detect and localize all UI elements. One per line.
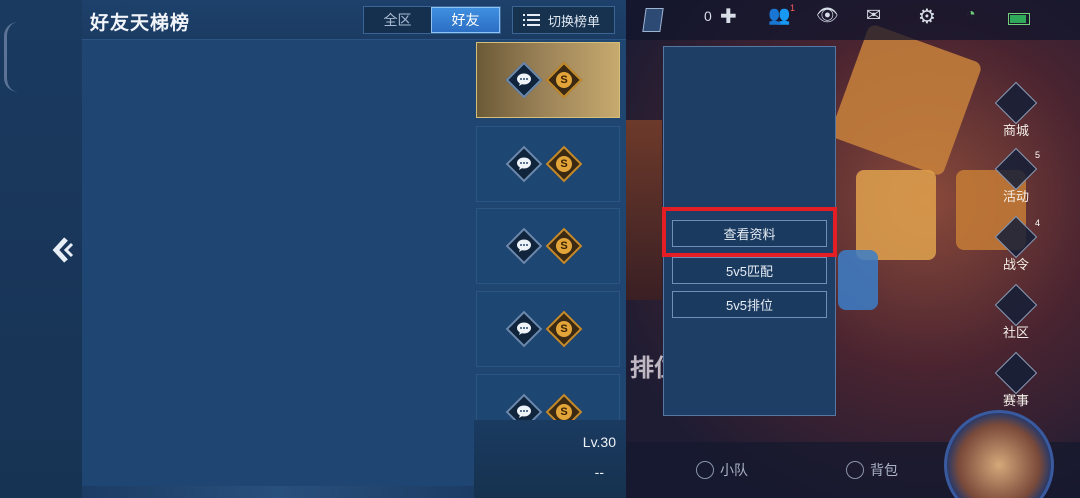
decorative-shape	[856, 170, 936, 260]
ladder-row[interactable]: S	[476, 208, 620, 284]
community-icon	[994, 283, 1038, 327]
player-level: Lv.30	[582, 434, 616, 450]
highlight-box	[662, 207, 837, 257]
panel-bottom-decoration	[82, 486, 474, 498]
chat-icon[interactable]	[505, 227, 543, 265]
shop-icon	[994, 81, 1038, 125]
friend-ladder-panel: 好友天梯榜 全区 好友 切换榜单 S S S S S Lv.30 --	[82, 0, 626, 498]
coin-count: 0	[704, 8, 712, 24]
match-5v5-button[interactable]: 5v5匹配	[672, 257, 827, 284]
switch-leaderboard-label: 切换榜单	[547, 13, 600, 29]
my-rank-bar: Lv.30 --	[474, 420, 626, 498]
ladder-rows: S S S S S	[474, 40, 626, 420]
top-status-bar: 0 ✚ 👥 1 👁 ✉ ⚙ ◔	[626, 0, 1080, 40]
side-item-events[interactable]: 5 活动	[986, 147, 1046, 205]
left-strip	[0, 0, 82, 498]
pass-icon	[994, 215, 1038, 259]
add-icon[interactable]: ✚	[720, 4, 737, 29]
ladder-row[interactable]: S	[476, 126, 620, 202]
chat-icon[interactable]	[505, 145, 543, 183]
decorative-arc	[4, 22, 18, 92]
side-item-shop[interactable]: 商城	[986, 81, 1046, 139]
team-icon	[696, 461, 714, 479]
ranked-5v5-button[interactable]: 5v5排位	[672, 291, 827, 318]
gift-icon[interactable]: S	[545, 310, 583, 348]
nav-team[interactable]: 小队	[696, 460, 748, 480]
side-item-community[interactable]: 社区	[986, 283, 1046, 341]
ladder-row[interactable]: S	[476, 291, 620, 367]
tab-all-region[interactable]: 全区	[364, 7, 431, 33]
gear-icon[interactable]: ⚙	[918, 4, 936, 29]
battery-icon	[1008, 13, 1030, 25]
switch-leaderboard-button[interactable]: 切换榜单	[512, 6, 615, 34]
bag-icon	[846, 461, 864, 479]
card-icon[interactable]	[642, 8, 664, 32]
gift-icon[interactable]: S	[545, 393, 583, 420]
player-rank-placeholder: --	[594, 464, 604, 480]
tab-friends[interactable]: 好友	[431, 7, 500, 33]
events-icon	[994, 147, 1038, 191]
trophy-icon	[994, 351, 1038, 395]
panel-header: 好友天梯榜 全区 好友 切换榜单	[82, 0, 626, 40]
chat-icon[interactable]	[505, 393, 543, 420]
gift-icon[interactable]: S	[545, 227, 583, 265]
hero-avatar[interactable]	[944, 410, 1054, 498]
chat-icon[interactable]	[505, 61, 543, 99]
wifi-icon: ◔	[966, 6, 976, 23]
mail-icon[interactable]: ✉	[866, 5, 881, 26]
friends-icon[interactable]: 👥	[768, 5, 790, 26]
chat-icon[interactable]	[505, 310, 543, 348]
gift-icon[interactable]: S	[545, 61, 583, 99]
friends-badge: 1	[790, 3, 796, 13]
side-item-pass[interactable]: 4 战令	[986, 215, 1046, 273]
gift-icon[interactable]: S	[545, 145, 583, 183]
ladder-row[interactable]: S	[476, 42, 620, 118]
decorative-shape	[838, 250, 878, 310]
ladder-row[interactable]: S	[476, 374, 620, 420]
page-title: 好友天梯榜	[90, 13, 191, 34]
events-badge: 5	[1034, 150, 1040, 160]
pass-badge: 4	[1034, 218, 1040, 228]
back-arrow-icon[interactable]	[46, 230, 80, 270]
region-tabs: 全区 好友	[363, 6, 501, 34]
list-icon	[522, 14, 540, 26]
ladder-list-area	[82, 40, 474, 486]
hero-art	[626, 120, 662, 300]
side-item-esports[interactable]: 赛事	[986, 351, 1046, 409]
watch-icon[interactable]: 👁	[816, 5, 839, 26]
decorative-shape	[829, 23, 983, 177]
nav-bag[interactable]: 背包	[846, 460, 898, 480]
